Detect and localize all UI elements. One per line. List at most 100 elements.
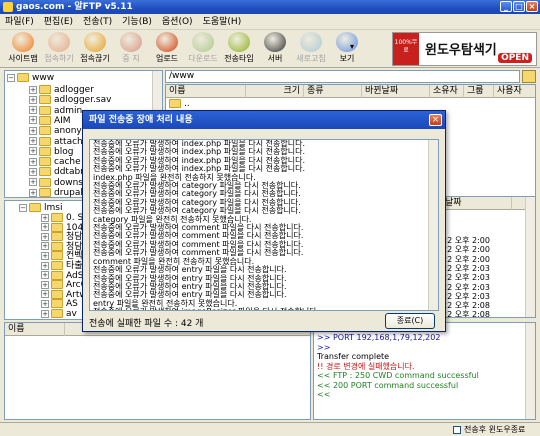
expand-icon[interactable]: +: [41, 271, 49, 280]
expand-icon[interactable]: +: [29, 147, 37, 156]
toolbar-button-4[interactable]: 업로드: [148, 32, 186, 64]
transfer-queue[interactable]: 이름: [4, 322, 311, 420]
folder-icon: [39, 85, 51, 94]
tree-root-www[interactable]: − www: [7, 72, 54, 84]
failed-count-text: 전송에 실패한 파일 수 : 42 개: [89, 319, 204, 329]
toolbar-label: 새로고침: [296, 54, 326, 63]
toolbar-label: 전송타입: [224, 54, 254, 63]
log-line: !! 경로 변경에 실패했습니다.: [317, 361, 415, 371]
window-title: gaos.com - 알FTP v5.11: [16, 2, 133, 12]
col-modified[interactable]: 바뀐날짜: [362, 85, 430, 98]
log-line: Transfer complete: [317, 352, 390, 361]
menu-transfer[interactable]: 전송(T): [78, 14, 117, 30]
parent-dir-row[interactable]: ..: [169, 99, 190, 109]
toolbar-button-8[interactable]: 새로고침: [292, 32, 330, 64]
menu-options[interactable]: 옵션(O): [157, 14, 198, 30]
col-size[interactable]: 크기: [246, 85, 304, 98]
col-group[interactable]: 그룹: [464, 85, 494, 98]
log-panel[interactable]: >> PORT 192,168,1,79,12,202 >> Transfer co…: [313, 322, 536, 420]
dialog-log-box[interactable]: 전송중에 오류가 발생하여 index.php 파일을 다시 전송합니다. 전송중…: [89, 139, 439, 311]
menu-edit[interactable]: 편집(E): [39, 14, 78, 30]
expand-icon[interactable]: +: [29, 85, 37, 94]
ad-banner[interactable]: 100%무료 윈도우탐색기 OPEN: [392, 32, 537, 66]
expand-icon[interactable]: +: [41, 223, 49, 232]
title-bar[interactable]: gaos.com - 알FTP v5.11 _ □ ×: [0, 0, 540, 14]
expand-icon[interactable]: +: [41, 299, 49, 308]
toolbar-icon: [156, 32, 178, 52]
toolbar-label: 다운로드: [188, 54, 218, 63]
tree-item[interactable]: + drupal: [29, 187, 83, 197]
folder-icon: [39, 157, 51, 167]
col-date[interactable]: 날짜: [442, 197, 512, 210]
toolbar-label: 업로드: [155, 54, 179, 63]
expand-icon[interactable]: +: [41, 280, 49, 289]
expand-icon[interactable]: +: [29, 126, 37, 135]
toolbar-button-9[interactable]: 보기: [328, 32, 366, 64]
folder-icon: [39, 146, 51, 156]
expand-icon[interactable]: +: [41, 319, 49, 320]
col-name[interactable]: 이름: [166, 85, 246, 98]
expand-icon[interactable]: +: [41, 242, 49, 251]
dialog-close-button[interactable]: 종료(C): [385, 313, 435, 329]
expand-icon[interactable]: +: [29, 137, 37, 145]
expand-icon[interactable]: +: [41, 290, 49, 299]
toolbar-label: 서버: [267, 54, 283, 63]
queue-col-name[interactable]: 이름: [5, 323, 65, 336]
toolbar-button-0[interactable]: 사이트맵: [4, 32, 42, 64]
expand-icon[interactable]: +: [41, 261, 49, 270]
folder-icon: [17, 73, 29, 82]
remote-folder-button[interactable]: [522, 70, 536, 83]
transfer-error-dialog: 파일 전송중 장애 처리 내용 × 전송중에 오류가 발생하여 index.ph…: [82, 110, 446, 332]
toolbar-icon: [12, 32, 34, 52]
menu-file[interactable]: 파일(F): [0, 14, 39, 30]
app-icon: [3, 2, 13, 12]
expand-icon[interactable]: +: [41, 232, 49, 241]
dialog-close-icon[interactable]: ×: [429, 114, 442, 126]
collapse-icon[interactable]: −: [19, 203, 27, 212]
folder-icon: [39, 126, 51, 136]
toolbar-button-6[interactable]: 전송타입: [220, 32, 258, 64]
expand-icon[interactable]: +: [41, 251, 49, 260]
toolbar-label: 중 지: [122, 54, 140, 63]
toolbar-dropdown-icon[interactable]: ▾: [350, 42, 354, 51]
toolbar-button-1[interactable]: 접속하기: [40, 32, 78, 64]
tree-item[interactable]: +bal: [41, 318, 80, 320]
expand-icon[interactable]: +: [29, 106, 37, 115]
expand-icon[interactable]: +: [29, 188, 37, 197]
expand-icon[interactable]: +: [29, 95, 37, 104]
folder-icon: [39, 105, 51, 115]
expand-icon[interactable]: +: [41, 309, 49, 318]
col-owner[interactable]: 소유자: [430, 85, 464, 98]
shutdown-checkbox[interactable]: [453, 426, 461, 434]
expand-icon[interactable]: +: [41, 213, 49, 222]
folder-icon: [51, 318, 63, 319]
menu-help[interactable]: 도움말(H): [198, 14, 247, 30]
minimize-button[interactable]: _: [500, 1, 512, 12]
remote-path-field[interactable]: /www: [165, 70, 520, 83]
banner-badge: 100%무료: [393, 33, 419, 65]
log-line: << FTP : 250 CWD command successful: [317, 371, 479, 380]
collapse-icon[interactable]: −: [7, 73, 15, 82]
toolbar-button-5[interactable]: 다운로드: [184, 32, 222, 64]
expand-icon[interactable]: +: [29, 157, 37, 166]
maximize-button[interactable]: □: [513, 1, 525, 12]
expand-icon[interactable]: +: [29, 167, 37, 176]
banner-text: 윈도우탐색기: [425, 43, 497, 58]
lower-list-scrollbar[interactable]: [525, 197, 535, 317]
toolbar-label: 사이트맵: [8, 54, 38, 63]
dialog-lines: 전송중에 오류가 발생하여 index.php 파일을 다시 전송합니다. 전송중…: [90, 140, 438, 310]
toolbar-button-7[interactable]: 서버: [256, 32, 294, 64]
dialog-scrollbar[interactable]: [428, 140, 438, 310]
toolbar-label: 접속하기: [44, 54, 74, 63]
toolbar-button-2[interactable]: 접속끊기: [76, 32, 114, 64]
expand-icon[interactable]: +: [29, 178, 37, 187]
close-window-button[interactable]: ×: [526, 1, 538, 12]
log-scrollbar[interactable]: [525, 323, 535, 419]
menu-function[interactable]: 기능(B): [117, 14, 157, 30]
toolbar-button-3[interactable]: 중 지: [112, 32, 150, 64]
col-user[interactable]: 사용자: [494, 85, 535, 98]
expand-icon[interactable]: +: [29, 116, 37, 125]
shutdown-label: 전송후 윈도우종료: [464, 425, 526, 434]
col-type[interactable]: 종류: [304, 85, 362, 98]
toolbar-label: 접속끊기: [80, 54, 110, 63]
